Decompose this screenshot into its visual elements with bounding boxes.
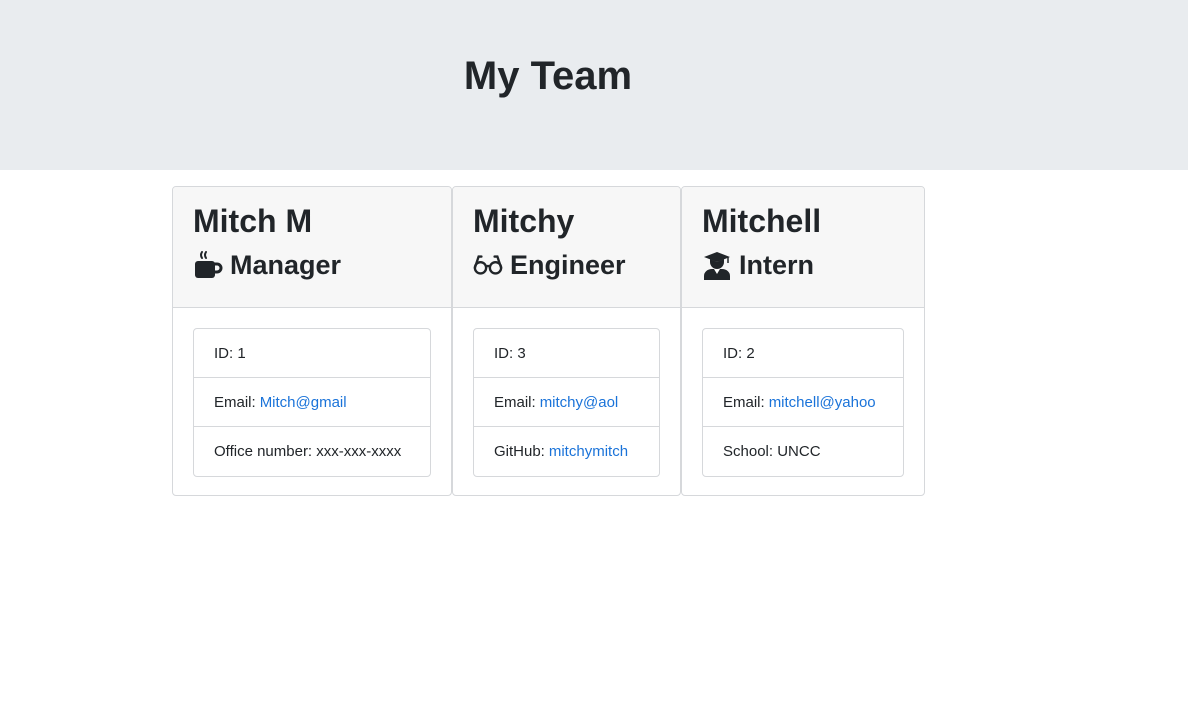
employee-card-manager: Mitch M Manager ID: 1 Email: Mitch@gmail… — [172, 186, 452, 496]
email-prefix: Email: — [723, 393, 765, 411]
employee-card-intern: Mitchell Intern ID: 2 Email: mitchell@ya… — [681, 186, 925, 496]
role-label: Engineer — [510, 250, 626, 280]
github-prefix: GitHub: — [494, 443, 545, 460]
github-link[interactable]: mitchymitch — [549, 443, 628, 460]
email-link[interactable]: mitchy@aol — [540, 394, 619, 411]
card-header: Mitchy Engineer — [453, 187, 680, 308]
employee-role: Intern — [702, 249, 904, 281]
card-header: Mitchell Intern — [682, 187, 924, 308]
github-row: GitHub: mitchymitch — [474, 427, 659, 476]
employee-details: ID: 2 Email: mitchell@yahoo School: UNCC — [702, 328, 904, 477]
employee-role: Engineer — [473, 249, 660, 281]
card-header: Mitch M Manager — [173, 187, 451, 308]
employee-email-row: Email: mitchell@yahoo — [703, 378, 903, 427]
employee-email-row: Email: Mitch@gmail — [194, 378, 430, 427]
school: School: UNCC — [723, 443, 821, 460]
graduate-icon — [702, 250, 732, 280]
card-body: ID: 1 Email: Mitch@gmail Office number: … — [173, 308, 451, 477]
email-prefix: Email: — [494, 393, 536, 411]
email-link[interactable]: Mitch@gmail — [260, 394, 347, 411]
team-cards: Mitch M Manager ID: 1 Email: Mitch@gmail… — [172, 186, 925, 496]
role-label: Manager — [230, 250, 342, 280]
employee-details: ID: 3 Email: mitchy@aol GitHub: mitchymi… — [473, 328, 660, 477]
employee-card-engineer: Mitchy Engineer ID: 3 Email: mitchy@aol … — [452, 186, 681, 496]
employee-role: Manager — [193, 249, 431, 281]
email-link[interactable]: mitchell@yahoo — [769, 394, 876, 411]
employee-id: ID: 1 — [194, 329, 430, 378]
card-body: ID: 2 Email: mitchell@yahoo School: UNCC — [682, 308, 924, 477]
employee-name: Mitch M — [193, 203, 313, 239]
coffee-mug-icon — [193, 250, 223, 280]
page-title: My Team — [463, 54, 633, 98]
role-label: Intern — [739, 250, 815, 280]
employee-details: ID: 1 Email: Mitch@gmail Office number: … — [193, 328, 431, 477]
card-body: ID: 3 Email: mitchy@aol GitHub: mitchymi… — [453, 308, 680, 477]
office-number: Office number: xxx-xxx-xxxx — [214, 443, 402, 460]
email-prefix: Email: — [214, 393, 256, 411]
employee-id: ID: 2 — [703, 329, 903, 378]
employee-name: Mitchy — [473, 203, 575, 239]
employee-email-row: Email: mitchy@aol — [474, 378, 659, 427]
employee-id: ID: 3 — [474, 329, 659, 378]
header-jumbotron: My Team — [0, 0, 1188, 170]
employee-name: Mitchell — [702, 203, 822, 239]
glasses-icon — [473, 250, 503, 280]
